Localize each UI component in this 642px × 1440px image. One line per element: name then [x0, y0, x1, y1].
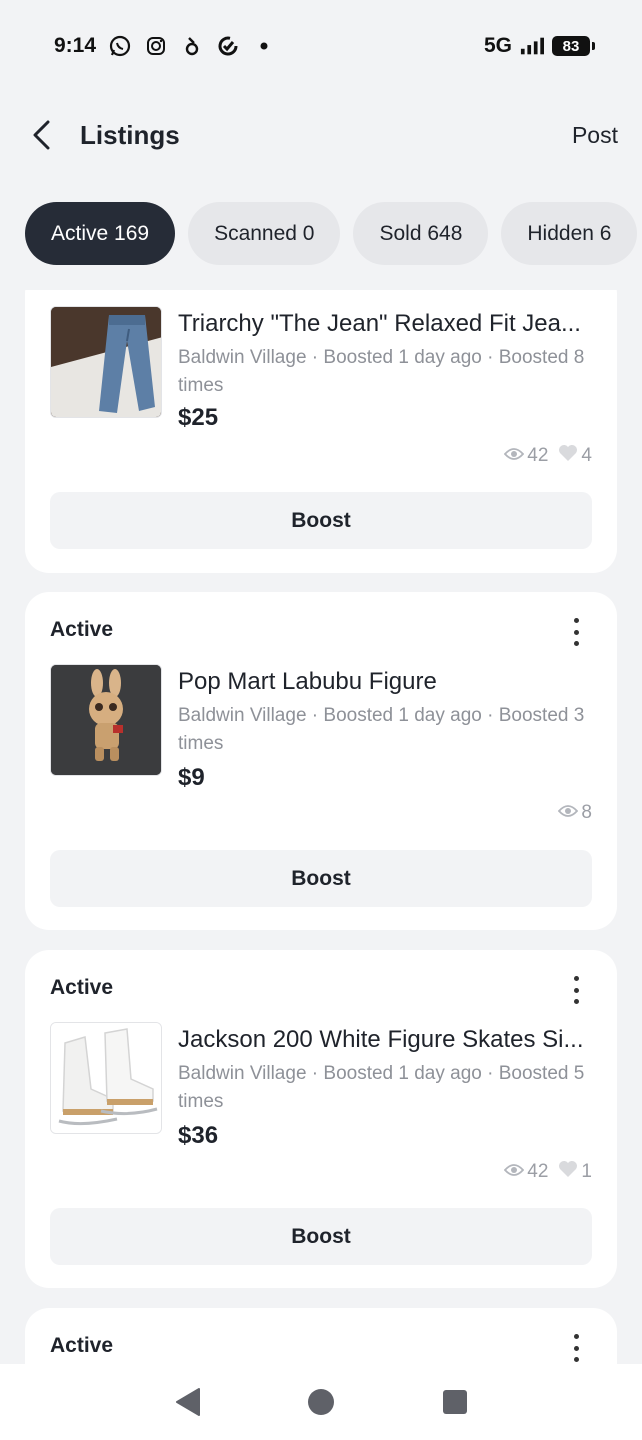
signal-icon — [520, 34, 544, 58]
likes-count: 1 — [581, 1161, 592, 1182]
listing-price: $9 — [178, 764, 205, 791]
whatsapp-icon — [108, 34, 132, 58]
tab-hidden[interactable]: Hidden 6 — [501, 202, 638, 265]
app-icon — [180, 34, 204, 58]
status-time: 9:14 — [54, 34, 97, 57]
page-title: Listings — [80, 119, 180, 150]
listing-card: Active Jackson 200 White Figure Skates S… — [25, 950, 617, 1288]
status-bar: 9:14 5G 83 — [0, 0, 642, 92]
battery-icon: 83 — [552, 36, 595, 56]
tab-active[interactable]: Active 169 — [25, 202, 176, 265]
views-stat: 42 — [504, 445, 548, 467]
status-bar-left: 9:14 — [54, 34, 276, 58]
header-left: Listings — [30, 118, 180, 152]
listing-image-jeans[interactable] — [50, 306, 162, 418]
system-nav-bar — [0, 1364, 642, 1440]
eye-icon — [504, 445, 525, 467]
sync-icon — [216, 34, 240, 58]
listing-meta: Baldwin Village · Boosted 1 day ago · Bo… — [178, 705, 585, 754]
nav-recents-icon[interactable] — [435, 1382, 475, 1422]
listings-screen: 9:14 5G 83 Listings Post Active 169 Scan… — [0, 0, 642, 1440]
tab-sold[interactable]: Sold 648 — [353, 202, 489, 265]
listing-card: Active — [25, 1308, 617, 1364]
boost-button[interactable]: Boost — [50, 492, 592, 549]
likes-count: 4 — [581, 445, 592, 466]
dot-icon — [252, 34, 276, 58]
listings-list: Triarchy "The Jean" Relaxed Fit Jea... B… — [25, 290, 617, 1364]
back-arrow-icon[interactable] — [30, 118, 56, 152]
listing-stats: 42 4 — [504, 444, 592, 468]
eye-icon — [558, 802, 579, 824]
listing-status: Active — [50, 1334, 114, 1357]
listing-price: $36 — [178, 1122, 219, 1149]
listing-card: Triarchy "The Jean" Relaxed Fit Jea... B… — [25, 290, 617, 573]
views-stat: 42 — [504, 1161, 548, 1183]
likes-stat: 1 — [558, 1160, 592, 1184]
app-header: Listings Post — [0, 100, 642, 170]
listing-card: Active Pop Mart Labubu Figure Baldwin Vi… — [25, 592, 617, 930]
heart-icon — [558, 1160, 578, 1184]
instagram-icon — [144, 34, 168, 58]
network-type: 5G — [483, 34, 512, 57]
listing-stats: 8 — [558, 802, 592, 824]
views-count: 42 — [527, 1161, 549, 1182]
tab-scanned[interactable]: Scanned 0 — [188, 202, 341, 265]
listing-image-labubu[interactable] — [50, 664, 162, 776]
listing-title[interactable]: Triarchy "The Jean" Relaxed Fit Jea... — [178, 310, 598, 338]
views-stat: 8 — [558, 802, 592, 824]
listing-status: Active — [50, 976, 114, 999]
heart-icon — [558, 444, 578, 468]
more-options-icon[interactable] — [565, 976, 587, 1004]
post-button[interactable]: Post — [572, 122, 618, 149]
likes-stat: 4 — [558, 444, 592, 468]
views-count: 8 — [581, 802, 592, 823]
eye-icon — [504, 1161, 525, 1183]
boost-button[interactable]: Boost — [50, 1208, 592, 1265]
listing-image-skates[interactable] — [50, 1022, 162, 1134]
listing-title[interactable]: Jackson 200 White Figure Skates Si... — [178, 1026, 598, 1054]
nav-back-icon[interactable] — [167, 1382, 207, 1422]
status-bar-right: 5G 83 — [483, 34, 595, 58]
more-options-icon[interactable] — [565, 1334, 587, 1362]
listing-title[interactable]: Pop Mart Labubu Figure — [178, 668, 598, 696]
listing-price: $25 — [178, 404, 219, 431]
listing-meta: Baldwin Village · Boosted 1 day ago · Bo… — [178, 347, 585, 396]
boost-button[interactable]: Boost — [50, 850, 592, 907]
battery-level: 83 — [562, 37, 580, 55]
status-tabs: Active 169 Scanned 0 Sold 648 Hidden 6 — [25, 202, 638, 266]
views-count: 42 — [527, 445, 549, 466]
listing-meta: Baldwin Village · Boosted 1 day ago · Bo… — [178, 1063, 585, 1112]
nav-home-icon[interactable] — [301, 1382, 341, 1422]
listing-status: Active — [50, 618, 114, 641]
more-options-icon[interactable] — [565, 618, 587, 646]
listing-stats: 42 1 — [504, 1160, 592, 1184]
